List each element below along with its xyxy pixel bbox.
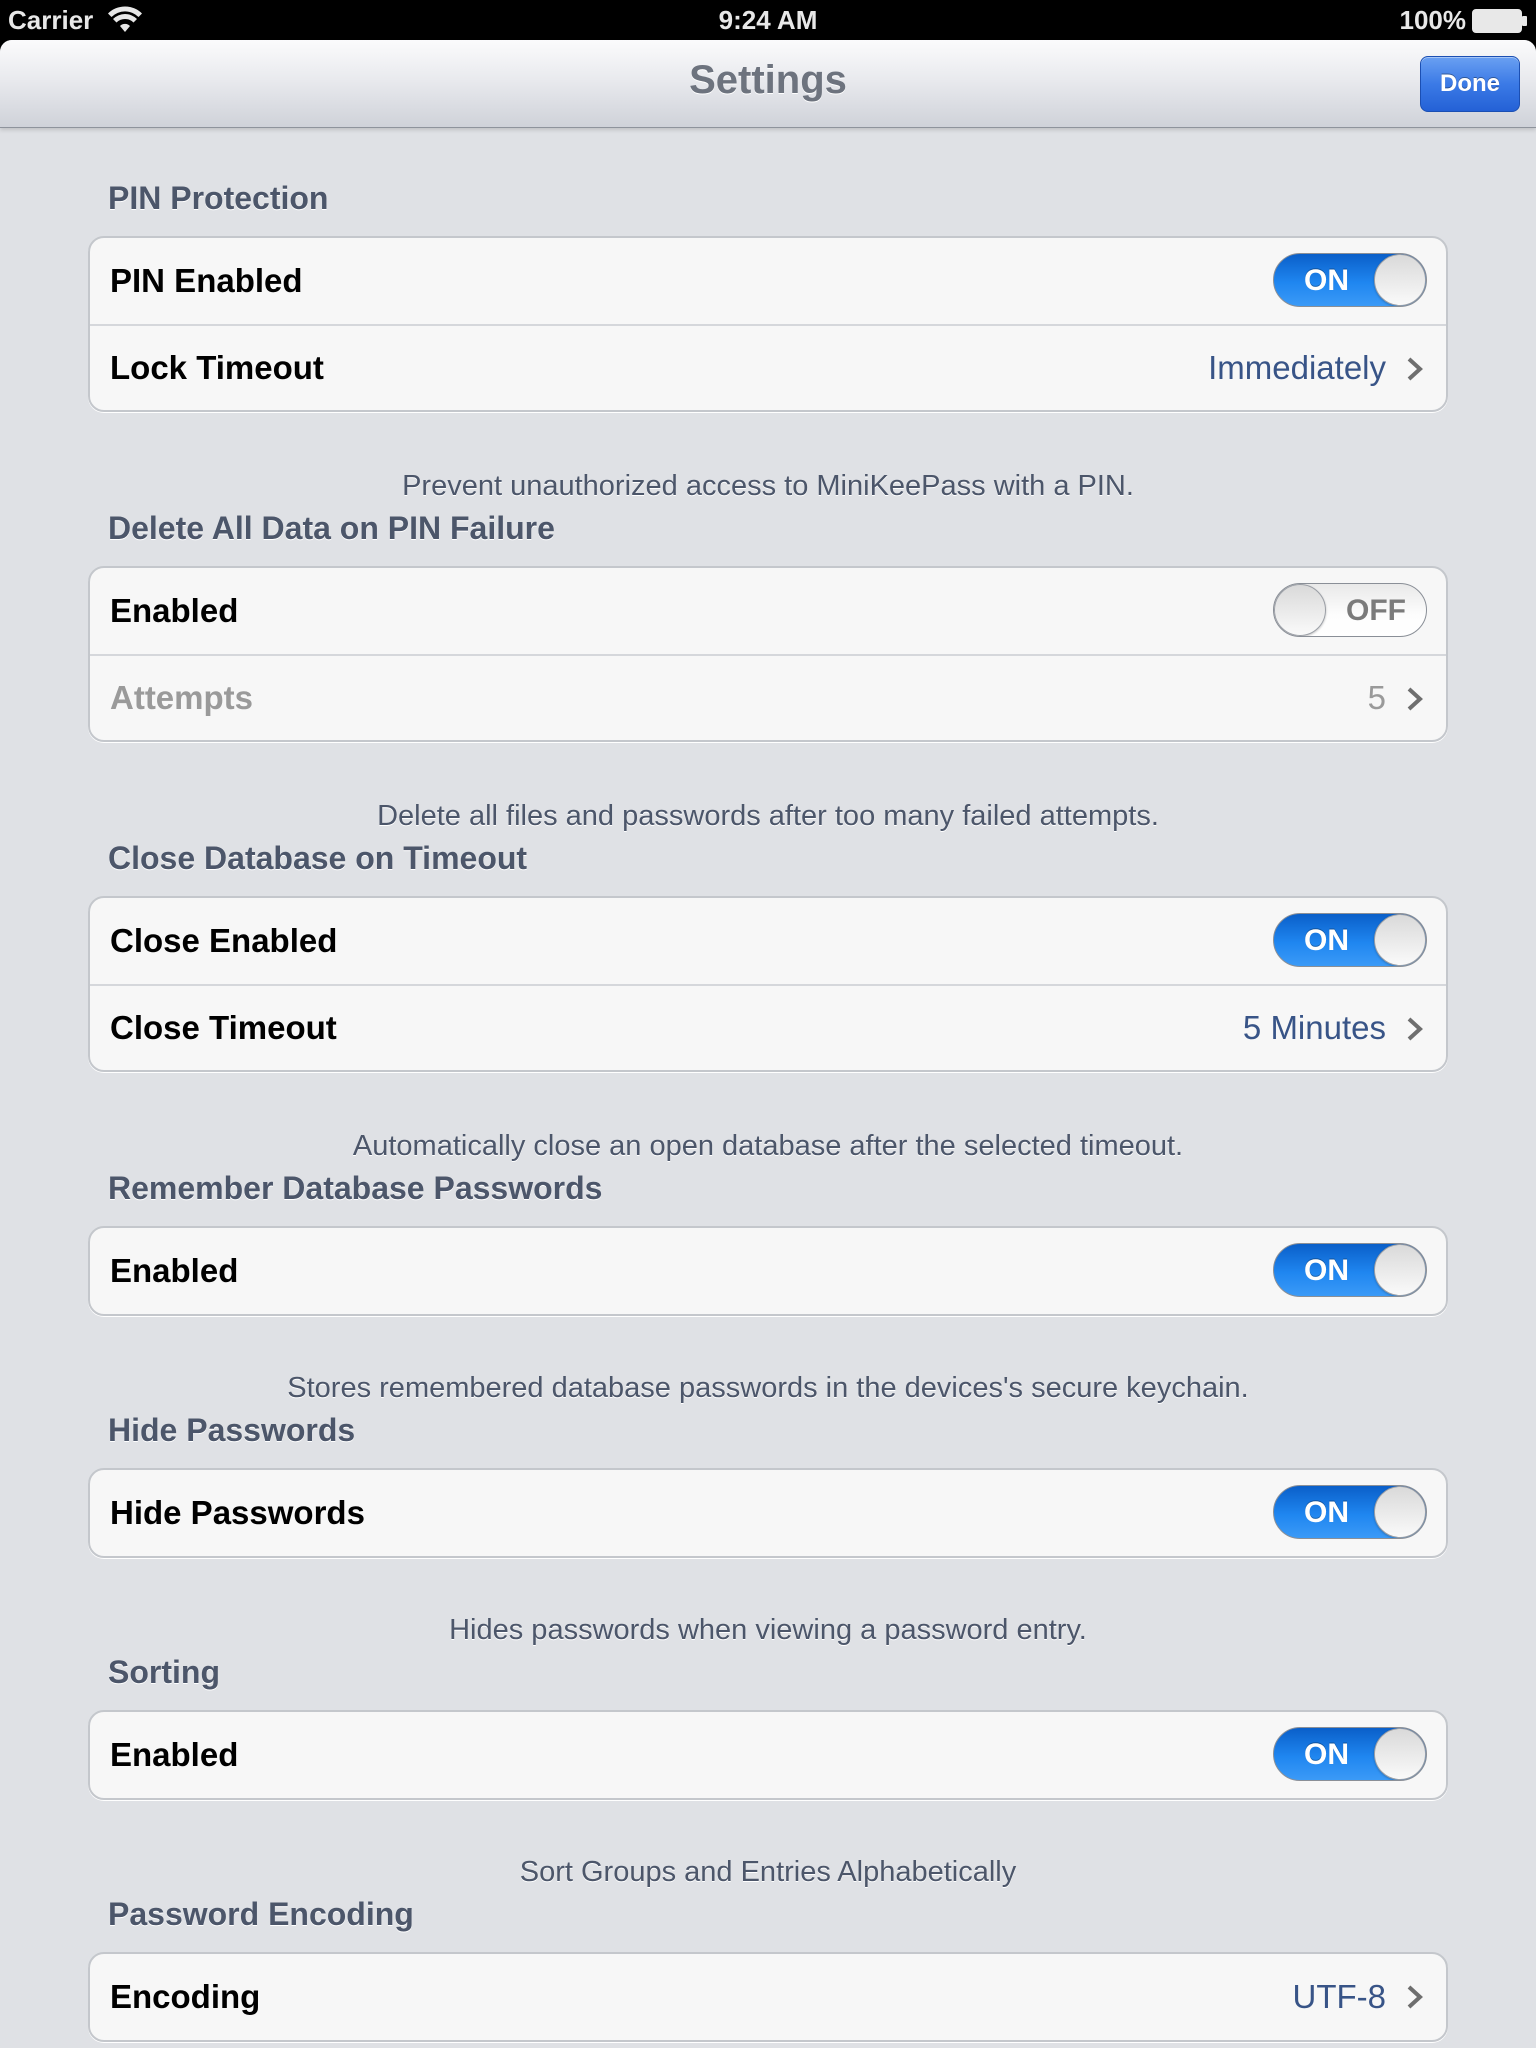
done-button[interactable]: Done (1420, 56, 1520, 112)
row-label: Lock Timeout (110, 349, 324, 386)
delete-data-toggle[interactable]: OFF (1273, 583, 1427, 637)
toggle-knob (1374, 254, 1426, 306)
section-footer-remember-passwords: Stores remembered database passwords in … (287, 1372, 1249, 1404)
group-sorting: Enabled ON (88, 1710, 1448, 1800)
pin-enabled-toggle[interactable]: ON (1273, 253, 1427, 307)
row-label: Enabled (110, 1736, 239, 1773)
section-header-close-database: Close Database on Timeout (108, 840, 528, 876)
row-close-timeout[interactable]: Close Timeout 5 Minutes (90, 984, 1446, 1070)
row-encoding[interactable]: Encoding UTF-8 (90, 1954, 1446, 2040)
toggle-knob (1374, 1244, 1426, 1296)
lock-timeout-value: Immediately (1208, 349, 1386, 386)
group-remember-passwords: Enabled ON (88, 1226, 1448, 1316)
row-pin-enabled: PIN Enabled ON (90, 238, 1446, 324)
toggle-state-label: OFF (1346, 594, 1406, 627)
chevron-right-icon (1407, 1017, 1423, 1041)
row-label: Close Timeout (110, 1009, 337, 1046)
settings-screen: Settings Done PIN Protection PIN Enabled… (0, 40, 1536, 2048)
row-lock-timeout[interactable]: Lock Timeout Immediately (90, 324, 1446, 410)
row-sorting-enabled: Enabled ON (90, 1712, 1446, 1798)
group-pin-protection: PIN Enabled ON Lock Timeout Immediately (88, 236, 1448, 412)
clock: 9:24 AM (718, 5, 818, 35)
row-remember-enabled: Enabled ON (90, 1228, 1446, 1314)
battery-icon (1472, 9, 1527, 33)
row-label: Enabled (110, 1252, 239, 1289)
section-footer-pin-protection: Prevent unauthorized access to MiniKeePa… (402, 470, 1134, 502)
section-footer-close-database: Automatically close an open database aft… (352, 1130, 1184, 1162)
status-bar: Carrier 9:24 AM 100% (0, 0, 1536, 40)
toggle-state-label: ON (1304, 1254, 1349, 1287)
toggle-knob (1274, 584, 1326, 636)
toggle-state-label: ON (1304, 1496, 1349, 1529)
group-hide-passwords: Hide Passwords ON (88, 1468, 1448, 1558)
attempts-value: 5 (1367, 679, 1386, 716)
toggle-state-label: ON (1304, 1738, 1349, 1771)
group-close-database: Close Enabled ON Close Timeout 5 Minutes (88, 896, 1448, 1072)
group-password-encoding: Encoding UTF-8 (88, 1952, 1448, 2042)
section-header-sorting: Sorting (108, 1654, 220, 1690)
toggle-knob (1374, 914, 1426, 966)
section-header-hide-passwords: Hide Passwords (108, 1412, 356, 1448)
row-label: Encoding (110, 1978, 261, 2015)
chevron-right-icon (1407, 1985, 1423, 2009)
section-header-password-encoding: Password Encoding (108, 1896, 414, 1932)
row-close-enabled: Close Enabled ON (90, 898, 1446, 984)
chevron-right-icon (1407, 357, 1423, 381)
row-label: PIN Enabled (110, 262, 303, 299)
navigation-bar: Settings Done (0, 40, 1536, 128)
row-label: Hide Passwords (110, 1494, 365, 1531)
close-timeout-value: 5 Minutes (1242, 1009, 1386, 1046)
toggle-state-label: ON (1304, 924, 1349, 957)
toggle-state-label: ON (1304, 264, 1349, 297)
row-label: Enabled (110, 592, 239, 629)
toggle-knob (1374, 1728, 1426, 1780)
chevron-right-icon (1407, 687, 1423, 711)
section-footer-hide-passwords: Hides passwords when viewing a password … (449, 1614, 1087, 1646)
row-label: Attempts (110, 679, 254, 716)
toggle-knob (1374, 1486, 1426, 1538)
section-header-remember-passwords: Remember Database Passwords (108, 1170, 603, 1206)
row-attempts[interactable]: Attempts 5 (90, 654, 1446, 740)
section-footer-delete-data: Delete all files and passwords after too… (377, 800, 1159, 832)
row-hide-passwords: Hide Passwords ON (90, 1470, 1446, 1556)
page-title: Settings (689, 58, 847, 102)
close-enabled-toggle[interactable]: ON (1273, 913, 1427, 967)
sorting-toggle[interactable]: ON (1273, 1727, 1427, 1781)
row-label: Close Enabled (110, 922, 338, 959)
encoding-value: UTF-8 (1292, 1978, 1387, 2015)
remember-passwords-toggle[interactable]: ON (1273, 1243, 1427, 1297)
hide-passwords-toggle[interactable]: ON (1273, 1485, 1427, 1539)
section-header-delete-data: Delete All Data on PIN Failure (108, 510, 555, 546)
battery-percentage: 100% (1399, 5, 1467, 35)
row-delete-enabled: Enabled OFF (90, 568, 1446, 654)
group-delete-data: Enabled OFF Attempts 5 (88, 566, 1448, 742)
section-header-pin-protection: PIN Protection (108, 180, 329, 216)
section-footer-sorting: Sort Groups and Entries Alphabetically (519, 1856, 1017, 1888)
